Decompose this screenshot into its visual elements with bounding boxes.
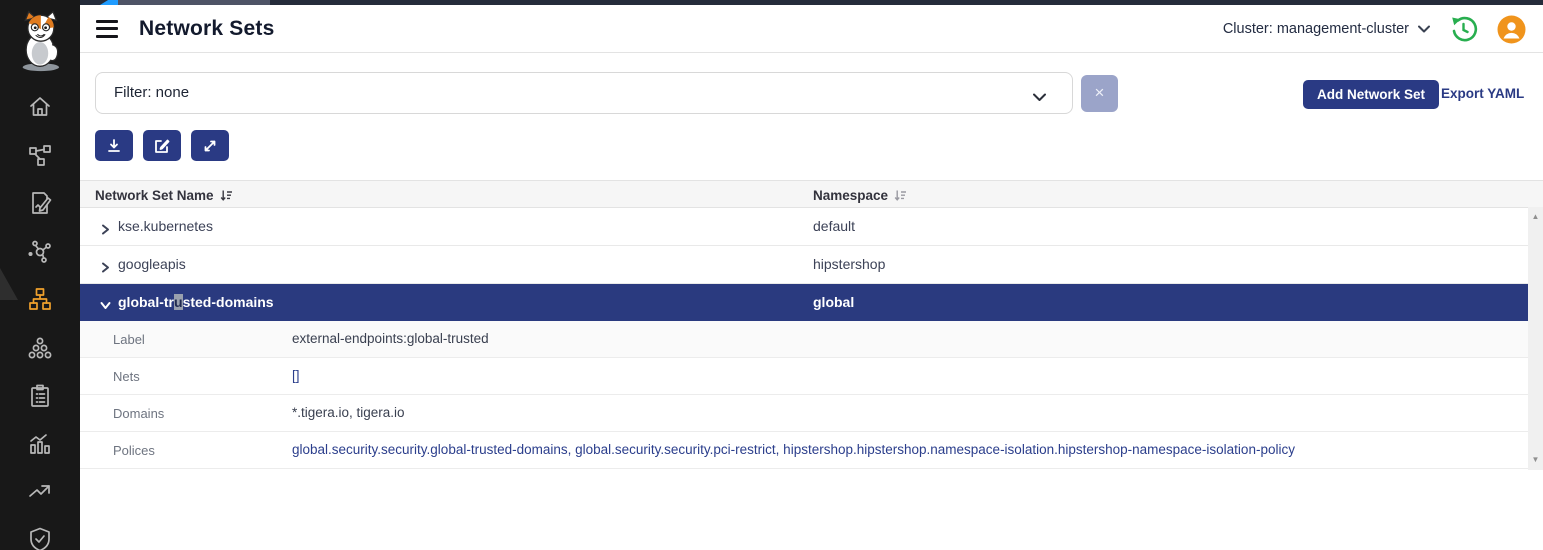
chevron-right-icon[interactable] (100, 222, 111, 240)
detail-row: Domains *.tigera.io, tigera.io (80, 395, 1528, 432)
network-set-name: googleapis (118, 256, 186, 272)
detail-value: *.tigera.io, tigera.io (292, 405, 405, 420)
download-icon (106, 138, 122, 154)
detail-label: Nets (113, 369, 140, 384)
page-title: Network Sets (139, 17, 274, 41)
detail-label: Domains (113, 406, 164, 421)
text-cursor: u (174, 294, 183, 310)
filter-value: Filter: none (114, 84, 189, 101)
sidebar (0, 0, 80, 550)
stats-chart-icon[interactable] (27, 431, 53, 457)
namespace-value: default (813, 218, 855, 234)
action-button-group (95, 130, 229, 161)
detail-value: external-endpoints:global-trusted (292, 331, 489, 346)
top-nav: Network Sets Cluster: management-cluster (80, 5, 1543, 53)
namespace-value: global (813, 294, 854, 310)
download-button[interactable] (95, 130, 133, 161)
detail-row: Polices global.security.security.global-… (80, 432, 1528, 469)
menu-icon[interactable] (96, 20, 120, 38)
edit-button[interactable] (143, 130, 181, 161)
export-yaml-link[interactable]: Export YAML (1441, 86, 1524, 101)
chevron-down-icon[interactable] (100, 298, 111, 316)
detail-row: Label external-endpoints:global-trusted (80, 321, 1528, 358)
sidebar-notch (0, 268, 18, 300)
table-row-selected[interactable]: global-trusted-domains global (80, 284, 1528, 321)
user-avatar[interactable] (1496, 14, 1526, 44)
sort-amount-icon (220, 189, 233, 202)
detail-label: Polices (113, 443, 155, 458)
column-header-namespace[interactable]: Namespace (813, 181, 907, 209)
user-icon (1497, 15, 1526, 44)
column-header-network-set-name[interactable]: Network Set Name (95, 181, 233, 209)
endpoints-cluster-icon[interactable] (27, 335, 53, 361)
home-icon[interactable] (27, 94, 53, 120)
nodes-molecule-icon[interactable] (27, 238, 53, 264)
scroll-down-arrow[interactable]: ▼ (1528, 453, 1543, 467)
detail-value: global.security.security.global-trusted-… (292, 442, 1295, 457)
service-graph-icon[interactable] (27, 142, 53, 168)
vertical-scrollbar[interactable]: ▲ ▼ (1528, 207, 1543, 470)
trend-arrow-icon[interactable] (27, 478, 53, 504)
sort-amount-icon (894, 189, 907, 202)
network-set-name: global-trusted-domains (118, 294, 274, 310)
detail-row: Nets [] (80, 358, 1528, 395)
network-sets-tree-icon[interactable] (27, 286, 53, 312)
cluster-switcher[interactable]: Cluster: management-cluster (1223, 20, 1430, 38)
table-body: kse.kubernetes default googleapis hipste… (80, 208, 1528, 469)
column-label: Namespace (813, 188, 888, 203)
chevron-down-icon (1418, 20, 1430, 38)
network-set-name: kse.kubernetes (118, 218, 213, 234)
shield-check-icon[interactable] (27, 526, 53, 550)
scroll-up-arrow[interactable]: ▲ (1528, 210, 1543, 224)
table-row[interactable]: kse.kubernetes default (80, 208, 1528, 246)
clear-filter-button[interactable]: × (1081, 75, 1118, 112)
chevron-down-icon (1033, 89, 1046, 107)
compliance-clipboard-icon[interactable] (27, 383, 53, 409)
history-button[interactable] (1448, 14, 1478, 44)
edit-icon (154, 138, 170, 154)
cluster-label: Cluster: management-cluster (1223, 21, 1409, 37)
table-header: Network Set Name Namespace (80, 180, 1543, 208)
calico-cat-logo (14, 10, 66, 74)
namespace-value: hipstershop (813, 256, 885, 272)
chevron-right-icon[interactable] (100, 260, 111, 278)
add-network-set-button[interactable]: Add Network Set (1303, 80, 1439, 109)
policies-edit-icon[interactable] (27, 190, 53, 216)
history-icon (1448, 14, 1478, 44)
expand-icon (202, 138, 218, 154)
detail-label: Label (113, 332, 145, 347)
app-window: Network Sets Cluster: management-cluster (0, 0, 1543, 550)
filter-select[interactable]: Filter: none (95, 72, 1073, 114)
table-row[interactable]: googleapis hipstershop (80, 246, 1528, 284)
expand-button[interactable] (191, 130, 229, 161)
detail-value: [] (292, 368, 300, 383)
column-label: Network Set Name (95, 188, 214, 203)
